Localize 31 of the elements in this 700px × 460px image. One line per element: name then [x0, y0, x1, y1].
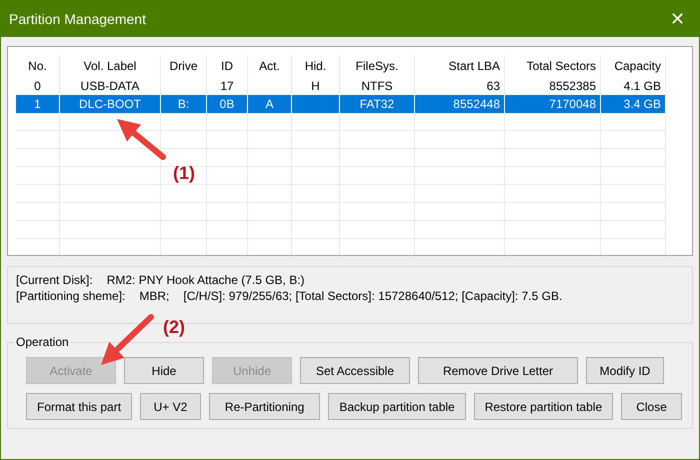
- table-cell[interactable]: DLC-BOOT: [60, 95, 161, 114]
- table-cell[interactable]: A: [248, 95, 292, 114]
- info-text: MBR;: [139, 289, 170, 303]
- action-button[interactable]: Remove Drive Letter: [418, 357, 578, 384]
- info-text: [C/H/S]: 979/255/63; [Total Sectors]: 15728640/512; [Capacity]: 7.5 GB.: [183, 289, 562, 303]
- table-cell[interactable]: 3.4 GB: [601, 95, 666, 114]
- info-label: [Partitioning sheme]:: [16, 289, 126, 303]
- action-button[interactable]: Close: [621, 393, 682, 420]
- action-button[interactable]: Restore partition table: [474, 393, 614, 420]
- action-button[interactable]: Re-Partitioning: [208, 393, 320, 420]
- info-text: RM2: PNY Hook Attache (7.5 GB, B:): [106, 273, 305, 287]
- table-cell[interactable]: 7170048: [505, 95, 601, 114]
- action-button[interactable]: Modify ID: [586, 357, 664, 384]
- action-button[interactable]: Set Accessible: [300, 357, 410, 384]
- info-label: [Current Disk]:: [16, 273, 93, 287]
- table-cell[interactable]: B:: [161, 95, 207, 114]
- table-cell[interactable]: 8552448: [415, 95, 505, 114]
- window-title: Partition Management: [9, 11, 146, 27]
- table-cell[interactable]: 1: [16, 95, 60, 114]
- annotation-label: (2): [163, 317, 185, 338]
- arrow: [101, 314, 154, 365]
- action-button[interactable]: Hide: [124, 357, 204, 384]
- table-cell[interactable]: 0B: [207, 95, 248, 114]
- close-button[interactable]: ✕: [666, 8, 689, 30]
- action-button[interactable]: Backup partition table: [328, 393, 466, 420]
- table-cell[interactable]: FAT32: [340, 95, 415, 114]
- group-title: Operation: [14, 335, 71, 349]
- annotation-label: (1): [173, 163, 195, 184]
- action-button[interactable]: U+ V2: [140, 393, 201, 420]
- action-button[interactable]: Format this part: [26, 393, 132, 420]
- arrow: [117, 119, 166, 160]
